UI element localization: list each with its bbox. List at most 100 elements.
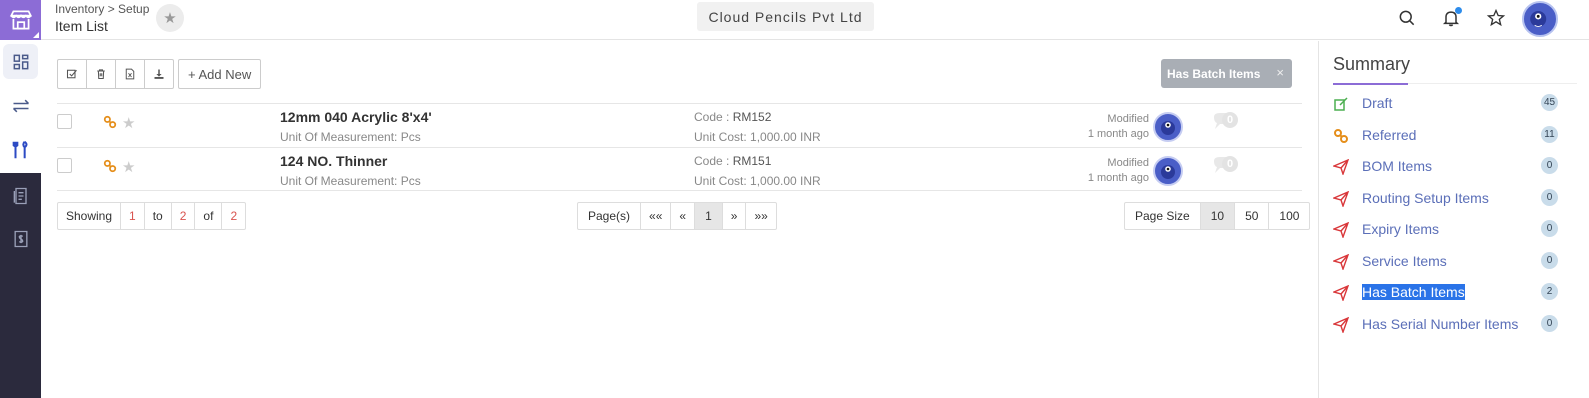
notification-bell-icon[interactable] [1439,6,1463,30]
send-icon [1333,222,1349,238]
page-size-10[interactable]: 10 [1199,202,1236,230]
trash-icon[interactable] [86,59,116,89]
store-icon[interactable] [0,0,41,40]
page-size-50[interactable]: 50 [1234,202,1270,230]
item-name[interactable]: 12mm 040 Acrylic 8'x4' [280,109,432,125]
send-icon [1333,159,1349,175]
modified-label: Modified [1107,113,1149,125]
modified-ago: 1 month ago [1087,128,1149,140]
first-page-button[interactable]: «« [640,202,672,230]
page-size-label: Page Size [1124,202,1201,230]
search-icon[interactable] [1395,6,1419,30]
dashboard-icon[interactable] [3,44,38,79]
edit-icon [1334,97,1348,111]
item-unit-cost: Unit Cost: 1,000.00 INR [694,130,821,144]
star-outline-icon[interactable] [1484,6,1508,30]
showing-label: Showing [57,202,122,230]
code-value: RM151 [732,154,772,168]
summary-item-label: BOM Items [1362,158,1433,174]
row-checkbox[interactable] [57,158,72,173]
page-size-100[interactable]: 100 [1268,202,1311,230]
item-unit-cost: Unit Cost: 1,000.00 INR [694,174,821,188]
count-badge: 0 [1541,315,1558,332]
close-icon[interactable]: × [1276,65,1284,80]
modified-info: Modified 1 month ago [1088,156,1149,186]
last-page-button[interactable]: »» [745,202,777,230]
count-badge: 2 [1541,283,1558,300]
rail-active-group [0,40,41,173]
summary-item-routing-setup-items[interactable]: Routing Setup Items [1333,188,1563,210]
summary-item-has-serial-number-items[interactable]: Has Serial Number Items [1333,314,1563,336]
count-badge: 0 [1541,157,1558,174]
link-icon [103,159,117,173]
avatar [1153,156,1183,186]
star-icon[interactable]: ★ [122,158,135,176]
modified-label: Modified [1107,157,1149,169]
table-row[interactable]: ★ 12mm 040 Acrylic 8'x4' Unit Of Measure… [57,103,1302,147]
summary-item-label: Referred [1362,127,1417,143]
next-page-button[interactable]: » [721,202,747,230]
row-checkbox[interactable] [57,114,72,129]
code-label: Code : [694,154,733,168]
star-icon[interactable]: ★ [122,114,135,132]
comment-badge: 0 [1222,112,1238,128]
count-badge: 0 [1541,189,1558,206]
add-new-button[interactable]: + Add New [178,59,262,89]
summary-item-label: Service Items [1362,253,1447,269]
left-rail [0,0,41,398]
pages-label: Page(s) [577,202,642,230]
summary-accent [1333,83,1408,85]
code-label: Code : [694,110,733,124]
send-icon [1333,285,1349,301]
count-badge: 0 [1541,220,1558,237]
modified-ago: 1 month ago [1087,172,1149,184]
count-badge: 11 [1541,126,1558,143]
user-avatar[interactable] [1522,1,1558,37]
prev-page-button[interactable]: « [670,202,696,230]
summary-title: Summary [1333,54,1411,74]
count-badge: 0 [1541,252,1558,269]
favorite-star-icon[interactable]: ★ [156,4,184,32]
item-uom: Unit Of Measurement: Pcs [280,174,421,188]
summary-item-service-items[interactable]: Service Items [1333,251,1563,273]
summary-item-bom-items[interactable]: BOM Items [1333,156,1563,178]
link-icon [103,115,117,129]
tools-icon[interactable] [3,132,38,167]
item-uom: Unit Of Measurement: Pcs [280,130,421,144]
summary-item-draft[interactable]: Draft [1333,93,1563,115]
send-icon [1333,254,1349,270]
document-icon[interactable] [0,175,41,217]
count-badge: 45 [1541,94,1558,111]
send-icon [1333,317,1349,333]
summary-item-label: Has Serial Number Items [1362,316,1519,332]
comment-badge: 0 [1222,156,1238,172]
breadcrumb[interactable]: Inventory > Setup [55,2,149,16]
excel-export-icon[interactable] [115,59,145,89]
summary-item-has-batch-items[interactable]: Has Batch Items [1333,282,1563,304]
table-row[interactable]: ★ 124 NO. Thinner Unit Of Measurement: P… [57,147,1302,191]
avatar [1153,112,1183,142]
summary-item-label: Routing Setup Items [1362,190,1489,206]
page-navigation: Page(s) «« « 1 » »» [577,202,777,230]
code-value: RM152 [732,110,772,124]
page-size-selector: Page Size 10 50 100 [1124,202,1311,230]
summary-item-label: Expiry Items [1362,221,1440,237]
check-all-icon[interactable] [57,59,87,89]
item-code: Code : RM152 [694,110,771,124]
showing-range: Showing 1 to 2 of 2 [57,202,247,230]
active-filter-chip[interactable]: Has Batch Items × [1161,59,1292,88]
summary-item-label: Draft [1362,95,1393,111]
invoice-icon[interactable] [0,218,41,260]
summary-item-expiry-items[interactable]: Expiry Items [1333,219,1563,241]
download-icon[interactable] [144,59,174,89]
summary-item-referred[interactable]: Referred [1333,125,1563,147]
transfer-icon[interactable] [3,88,38,123]
current-page-button[interactable]: 1 [694,202,723,230]
summary-item-label: Has Batch Items [1362,284,1465,300]
showing-of-label: of [194,202,223,230]
item-name[interactable]: 124 NO. Thinner [280,153,387,169]
notification-dot [1455,7,1462,14]
showing-to: 2 [170,202,196,230]
company-selector[interactable]: Cloud Pencils Pvt Ltd [697,2,874,31]
top-header: Inventory > Setup Item List ★ Cloud Penc… [41,0,1589,40]
